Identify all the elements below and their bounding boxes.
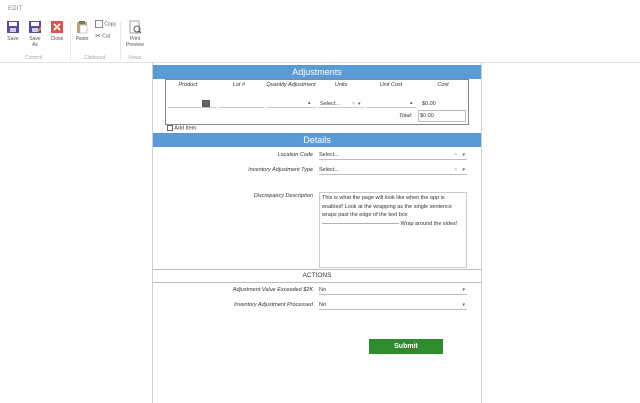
copy-button[interactable]: Copy (95, 20, 116, 28)
paste-icon (77, 21, 88, 34)
product-field (168, 107, 216, 108)
save-as-icon (29, 21, 42, 33)
save-as-button[interactable]: Save As (26, 20, 44, 48)
cut-icon: ✂ (95, 33, 101, 40)
total-box: $0.00 (418, 110, 466, 122)
dropdown-arrow-icon[interactable]: ▾ (462, 286, 465, 294)
product-picker-icon[interactable] (202, 100, 210, 107)
dropdown-arrow-icon[interactable]: ▾ (462, 151, 465, 159)
actions-divider-bottom (153, 282, 481, 283)
col-header-units: Units (334, 82, 348, 88)
actions-divider-top (153, 269, 481, 270)
row-cost: $0.00 (422, 101, 436, 107)
total-label: Total: (399, 113, 413, 119)
details-header: Details (153, 133, 481, 147)
clear-icon[interactable]: × (454, 166, 457, 174)
add-item-icon (167, 125, 173, 131)
exceeded-select[interactable]: No ▾ (319, 286, 467, 295)
quantity-field (266, 107, 316, 108)
cut-button[interactable]: ✂ Cut (95, 32, 110, 40)
ribbon-tab-edit[interactable]: EDIT (8, 6, 23, 12)
location-code-select[interactable]: Select... × ▾ (319, 151, 467, 160)
units-underline (318, 107, 364, 108)
unit-cost-field (366, 107, 416, 108)
ribbon-separator (120, 22, 121, 60)
paste-button[interactable]: Paste (73, 20, 91, 42)
actions-header: ACTIONS (302, 272, 332, 279)
lot-field (218, 107, 264, 108)
group-label-views: Views (128, 55, 142, 61)
ribbon-separator (70, 22, 71, 60)
col-header-product: Product (178, 82, 198, 88)
adjustments-table: Product Lot # Quantity Adjustment Units … (165, 79, 469, 125)
col-header-lot: Lot # (232, 82, 246, 88)
discrepancy-textarea[interactable]: This is what the page will look like whe… (319, 192, 467, 268)
close-button[interactable]: Close (48, 20, 66, 42)
clear-icon[interactable]: × (454, 151, 457, 159)
col-header-unit-cost: Unit Cost (379, 82, 403, 88)
col-header-quantity-adjustment: Quantity Adjustment (266, 82, 316, 88)
save-icon (7, 21, 19, 33)
quantity-spin-icon[interactable]: ▴ (308, 100, 311, 106)
form-canvas: Adjustments Product Lot # Quantity Adjus… (152, 63, 482, 403)
total-value: $0.00 (420, 113, 434, 119)
print-preview-button[interactable]: Print Preview (122, 20, 148, 48)
group-label-commit: Commit (25, 55, 43, 61)
location-code-label: Location Code (277, 152, 313, 158)
processed-select[interactable]: No ▾ (319, 301, 467, 310)
discrepancy-label: Discrepancy Description (253, 193, 313, 199)
copy-icon (95, 20, 103, 28)
submit-button[interactable]: Submit (369, 339, 443, 354)
ribbon: EDIT Save Save As Close Paste Copy ✂ Cut… (0, 0, 640, 63)
adjustment-type-label: Inventory Adjustment Type (248, 167, 313, 173)
exceeded-label: Adjustment Value Exceeded $2K (232, 287, 313, 293)
processed-label: Inventory Adjustment Processed (234, 302, 313, 308)
adjustment-type-select[interactable]: Select... × ▾ (319, 166, 467, 175)
adjustments-header: Adjustments (153, 65, 481, 79)
save-button[interactable]: Save (4, 20, 22, 42)
dropdown-arrow-icon[interactable]: ▾ (462, 166, 465, 174)
add-item-link[interactable]: Add Item (167, 125, 196, 131)
unit-cost-spin-icon[interactable]: ▴ (410, 100, 413, 106)
col-header-cost: Cost (437, 82, 449, 88)
group-label-clipboard: Clipboard (84, 55, 106, 61)
dropdown-arrow-icon[interactable]: ▾ (462, 301, 465, 309)
close-icon (51, 21, 63, 33)
print-preview-icon (129, 20, 142, 34)
